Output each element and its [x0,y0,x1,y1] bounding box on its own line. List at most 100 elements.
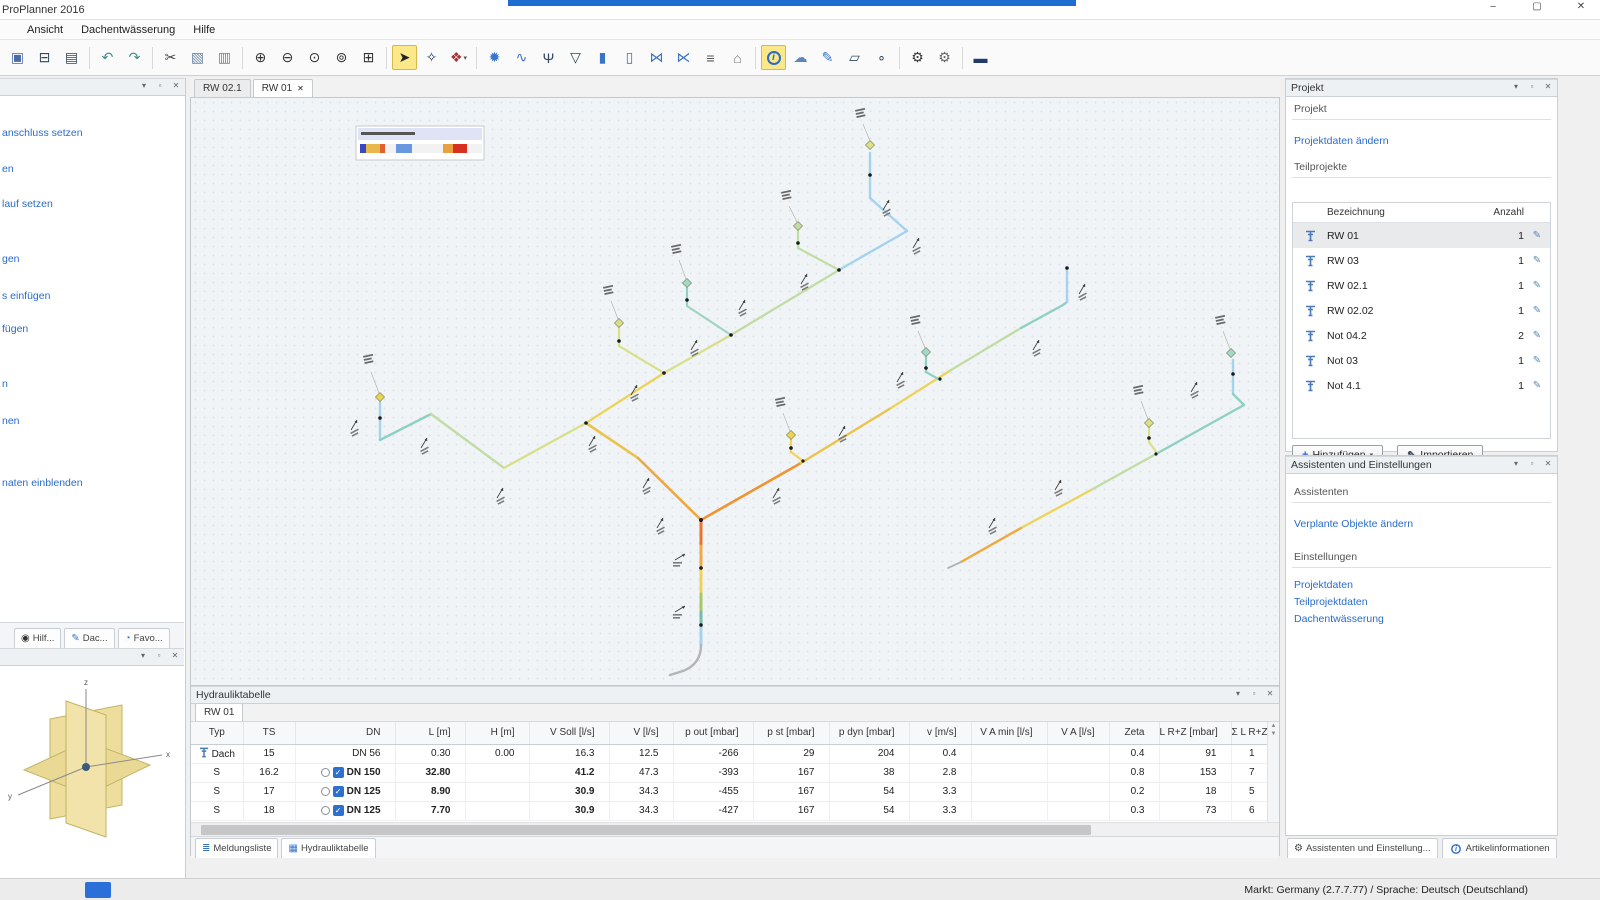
hyd-row-1[interactable]: Dach15DN 560.300.0016.312.5-266292040.40… [191,744,1269,763]
command-link-9[interactable]: naten einblenden [2,477,83,490]
zoom-in-icon[interactable]: ⊕ [248,45,273,70]
subproject-row-not03[interactable]: Not 031✎ [1293,348,1550,373]
table-vertical-scrollbar[interactable]: ▲▼ [1267,722,1279,822]
zoom-window-icon[interactable]: ⊚ [329,45,354,70]
copy-icon[interactable]: ▧ [185,45,210,70]
command-link-4[interactable]: gen [2,253,20,266]
settings-gear-icon[interactable]: ⚙ [905,45,930,70]
settings-link-dachentwaesserung[interactable]: Dachentwässerung [1294,613,1384,625]
isometric-drawing-canvas[interactable] [190,98,1280,685]
close-icon[interactable]: ✕ [1543,82,1553,91]
view-tab-meldungsliste[interactable]: ≣Meldungsliste [195,838,278,858]
fitting-icon[interactable]: ⋈ [644,45,669,70]
command-link-3[interactable]: lauf setzen [2,198,53,211]
left-dock-tab-1[interactable]: ◉Hilf... [14,628,61,648]
edit-pencil-icon[interactable]: ✎ [1524,280,1550,291]
close-icon[interactable]: ✕ [170,651,180,660]
edit-pencil-icon[interactable]: ✎ [1524,255,1550,266]
doc-edit-icon[interactable]: ▱ [842,45,867,70]
close-icon[interactable]: ✕ [1265,689,1275,698]
pin-icon[interactable]: ▫ [1527,82,1537,91]
checkbox-checked-icon[interactable]: ✓ [333,805,344,816]
print-icon[interactable]: ⊟ [32,45,57,70]
pipe-bend-icon[interactable]: ∿ [509,45,534,70]
measure-icon[interactable]: ▬ [968,45,993,70]
pin-icon[interactable]: ▫ [1527,459,1537,468]
checkbox-checked-icon[interactable]: ✓ [333,786,344,797]
settings-link-teilprojektdaten[interactable]: Teilprojektdaten [1294,596,1368,608]
drain-tool-icon[interactable]: Ψ [536,45,561,70]
subproject-row-rw01[interactable]: RW 011✎ [1293,223,1550,248]
subproject-row-rw021[interactable]: RW 02.11✎ [1293,273,1550,298]
right-dock-tab-2[interactable]: iArtikelinformationen [1442,838,1557,858]
maximize-button[interactable]: ▢ [1528,1,1546,12]
edit-pencil-icon[interactable]: ✎ [1524,380,1550,391]
collapse-icon[interactable]: ▾ [1511,459,1521,468]
collapse-icon[interactable]: ▾ [1511,82,1521,91]
checkbox-checked-icon[interactable]: ✓ [333,767,344,778]
collapse-icon[interactable]: ▾ [139,81,149,90]
close-icon[interactable]: ✕ [1543,459,1553,468]
save-icon[interactable]: ▣ [5,45,30,70]
scrollbar-thumb[interactable] [201,825,1091,835]
zoom-out-icon[interactable]: ⊖ [275,45,300,70]
collapse-icon[interactable]: ▾ [1233,689,1243,698]
pin-icon[interactable]: ▫ [154,651,164,660]
edit-pencil-icon[interactable]: ✎ [1524,355,1550,366]
info-icon[interactable]: i [761,45,786,70]
hyd-row-2[interactable]: S16.2✓DN 15032.8041.247.3-393167382.80.8… [191,763,1269,782]
standpipe2-icon[interactable]: ▯ [617,45,642,70]
verplante-objekte-link[interactable]: Verplante Objekte ändern [1294,518,1413,530]
minimize-button[interactable]: – [1484,1,1502,12]
command-link-7[interactable]: n [2,378,8,391]
menu-item-ansicht[interactable]: Ansicht [18,22,72,38]
weld-icon[interactable]: ≡ [698,45,723,70]
node-tool-icon[interactable]: ❖▾ [446,45,471,70]
subproject-row-rw03[interactable]: RW 031✎ [1293,248,1550,273]
command-link-1[interactable]: anschluss setzen [2,127,83,140]
options-gear-icon[interactable]: ⚙ [932,45,957,70]
hydraulic-tab-rw01[interactable]: RW 01 [195,703,243,721]
zoom-100-icon[interactable]: ⊙ [302,45,327,70]
undo-icon[interactable]: ↶ [95,45,120,70]
close-button[interactable]: ✕ [1572,1,1590,12]
menu-item-dachentwsserung[interactable]: Dachentwässerung [72,22,184,38]
redo-icon[interactable]: ↷ [122,45,147,70]
pin-icon[interactable]: ▫ [1249,689,1259,698]
zoom-fit-icon[interactable]: ⊞ [356,45,381,70]
command-link-2[interactable]: en [2,163,14,176]
command-link-6[interactable]: fügen [2,323,28,336]
settings-link-projektdaten[interactable]: Projektdaten [1294,579,1353,591]
funnel-icon[interactable]: ▽ [563,45,588,70]
cloud-icon[interactable]: ☁ [788,45,813,70]
hyd-row-4[interactable]: S18✓DN 1257.7030.934.3-427167543.30.3736 [191,801,1269,820]
report-icon[interactable]: ▤ [59,45,84,70]
drawing-tab-rw021[interactable]: RW 02.1 [194,79,251,97]
select-cursor-icon[interactable]: ➤ [392,45,417,70]
close-icon[interactable]: ✕ [297,84,304,93]
assembly-icon[interactable]: ⌂ [725,45,750,70]
menu-item-hilfe[interactable]: Hilfe [184,22,224,38]
wheel-icon[interactable]: ✹ [482,45,507,70]
paste-icon[interactable]: ▥ [212,45,237,70]
close-icon[interactable]: ✕ [171,81,181,90]
left-dock-tab-3[interactable]: ◔Favo... [118,628,170,648]
table-horizontal-scrollbar[interactable] [191,822,1279,836]
annotate-icon[interactable]: ✎ [815,45,840,70]
command-link-8[interactable]: nen [2,415,20,428]
pin-icon[interactable]: ▫ [155,81,165,90]
command-link-5[interactable]: s einfügen [2,290,50,303]
hyd-row-3[interactable]: S17✓DN 1258.9030.934.3-455167543.30.2185 [191,782,1269,801]
orientation-3d-widget[interactable]: z x y [0,667,184,878]
subproject-row-not41[interactable]: Not 4.11✎ [1293,373,1550,398]
projektdaten-aendern-link[interactable]: Projektdaten ändern [1294,135,1389,147]
connector-icon[interactable]: ∘ [869,45,894,70]
cut-icon[interactable]: ✂ [158,45,183,70]
view-tab-hydrauliktabelle[interactable]: ▦Hydrauliktabelle [281,838,375,858]
edit-pencil-icon[interactable]: ✎ [1524,230,1550,241]
edit-pencil-icon[interactable]: ✎ [1524,330,1550,341]
collapse-icon[interactable]: ▾ [138,651,148,660]
subproject-row-rw0202[interactable]: RW 02.021✎ [1293,298,1550,323]
drawing-tab-rw01[interactable]: RW 01✕ [253,79,313,97]
standpipe-icon[interactable]: ▮ [590,45,615,70]
